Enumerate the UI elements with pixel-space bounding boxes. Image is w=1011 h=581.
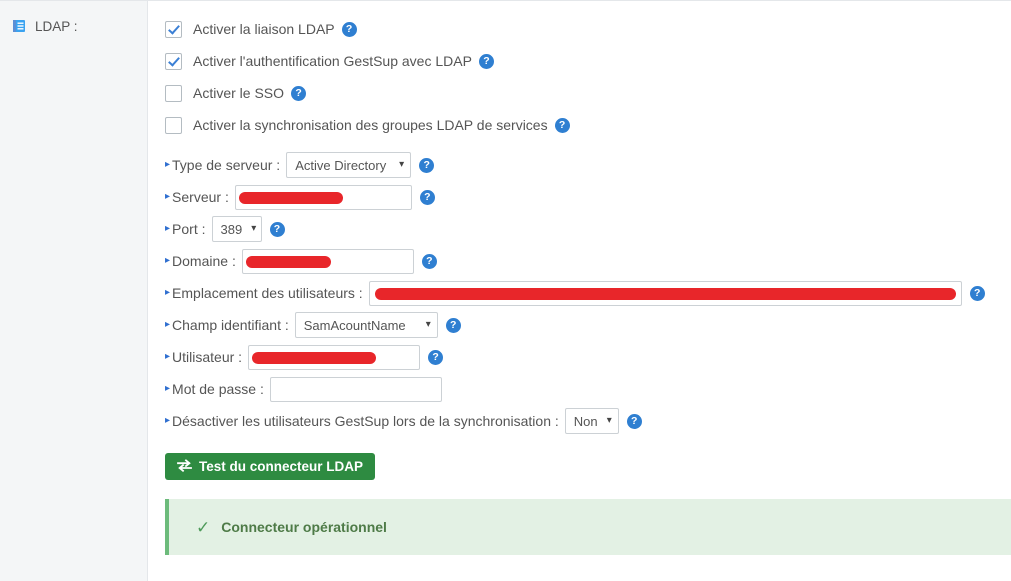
select-port[interactable]: 389 ▾ xyxy=(211,216,262,242)
help-icon-domaine[interactable]: ? xyxy=(421,253,437,269)
field-label-emplacement-utilisateurs: Emplacement des utilisateurs : xyxy=(172,285,363,301)
checkbox-activer-sync-groupes[interactable] xyxy=(165,116,182,134)
field-label-desactiver-utilisateurs: Désactiver les utilisateurs GestSup lors… xyxy=(172,413,559,429)
sidebar-item-label: LDAP : xyxy=(35,19,78,34)
select-champ-identifiant[interactable]: SamAcountName ▾ xyxy=(294,312,438,338)
input-serveur[interactable] xyxy=(234,184,412,210)
caret-icon-mot-de-passe: ▸ xyxy=(165,383,171,394)
sidebar-item-ldap: LDAP : xyxy=(12,19,147,34)
field-row-desactiver-utilisateurs: ▸ Désactiver les utilisateurs GestSup lo… xyxy=(165,405,1011,437)
checkbox-activer-sso[interactable] xyxy=(165,84,182,102)
help-icon-serveur[interactable]: ? xyxy=(419,189,435,205)
caret-icon-port: ▸ xyxy=(165,223,171,234)
field-label-utilisateur: Utilisateur : xyxy=(172,349,243,365)
caret-icon-emplacement: ▸ xyxy=(165,287,171,298)
select-value-desactiver-utilisateurs: Non xyxy=(573,413,598,429)
checkbox-row-activer-liaison-ldap: Activer la liaison LDAP ? xyxy=(165,13,1011,45)
input-emplacement-utilisateurs[interactable] xyxy=(368,280,962,306)
chevron-down-icon: ▾ xyxy=(251,223,257,234)
redaction-overlay-utilisateur xyxy=(252,351,377,364)
checkbox-activer-liaison-ldap[interactable] xyxy=(165,20,182,38)
help-icon-activer-authentification[interactable]: ? xyxy=(478,53,494,69)
redaction-overlay-domaine xyxy=(245,255,331,268)
field-row-mot-de-passe: ▸ Mot de passe : xyxy=(165,373,1011,405)
checkbox-label-activer-sso: Activer le SSO xyxy=(193,85,285,101)
checkbox-row-activer-sync-groupes: Activer la synchronisation des groupes L… xyxy=(165,109,1011,141)
caret-icon-serveur: ▸ xyxy=(165,191,171,202)
field-row-type-serveur: ▸ Type de serveur : Active Directory ▾ ? xyxy=(165,149,1011,181)
chevron-down-icon: ▾ xyxy=(425,319,431,330)
help-icon-port[interactable]: ? xyxy=(269,221,285,237)
select-value-champ-identifiant: SamAcountName xyxy=(303,317,406,333)
field-label-champ-identifiant: Champ identifiant : xyxy=(172,317,289,333)
field-row-domaine: ▸ Domaine : ? xyxy=(165,245,1011,277)
test-ldap-connector-button[interactable]: Test du connecteur LDAP xyxy=(165,453,376,480)
swap-arrows-icon xyxy=(177,458,192,475)
input-utilisateur[interactable] xyxy=(248,344,421,370)
select-desactiver-utilisateurs[interactable]: Non ▾ xyxy=(564,408,619,434)
help-icon-activer-liaison-ldap[interactable]: ? xyxy=(341,21,357,37)
caret-icon-utilisateur: ▸ xyxy=(165,351,171,362)
field-label-mot-de-passe: Mot de passe : xyxy=(172,381,264,397)
input-domaine[interactable] xyxy=(241,248,414,274)
caret-icon-desactiver-utilisateurs: ▸ xyxy=(165,415,171,426)
caret-icon-domaine: ▸ xyxy=(165,255,171,266)
checkbox-activer-authentification[interactable] xyxy=(165,52,182,70)
checkbox-label-activer-authentification: Activer l'authentification GestSup avec … xyxy=(193,53,472,69)
sidebar-section-column: LDAP : xyxy=(0,1,148,581)
redaction-overlay-emplacement xyxy=(374,287,956,300)
select-type-serveur[interactable]: Active Directory ▾ xyxy=(286,152,412,178)
help-icon-type-serveur[interactable]: ? xyxy=(419,157,435,173)
caret-icon-type-serveur: ▸ xyxy=(165,159,171,170)
checkbox-row-activer-sso: Activer le SSO ? xyxy=(165,77,1011,109)
help-icon-desactiver-utilisateurs[interactable]: ? xyxy=(626,413,642,429)
ldap-form: Activer la liaison LDAP ? Activer l'auth… xyxy=(148,1,1011,581)
field-label-type-serveur: Type de serveur : xyxy=(172,157,281,173)
field-label-port: Port : xyxy=(172,221,206,237)
redaction-overlay-serveur xyxy=(238,191,343,204)
field-label-serveur: Serveur : xyxy=(172,189,229,205)
help-icon-activer-sso[interactable]: ? xyxy=(291,85,307,101)
input-mot-de-passe[interactable] xyxy=(269,376,442,402)
help-icon-champ-identifiant[interactable]: ? xyxy=(445,317,461,333)
checkbox-label-activer-liaison-ldap: Activer la liaison LDAP xyxy=(193,21,335,37)
field-row-port: ▸ Port : 389 ▾ ? xyxy=(165,213,1011,245)
check-icon: ✓ xyxy=(196,517,211,537)
ldap-book-icon xyxy=(12,19,27,34)
connector-status-message: Connecteur opérationnel xyxy=(221,519,387,535)
checkbox-label-activer-sync-groupes: Activer la synchronisation des groupes L… xyxy=(193,117,548,133)
select-value-type-serveur: Active Directory xyxy=(295,157,387,173)
caret-icon-champ-identifiant: ▸ xyxy=(165,319,171,330)
select-value-port: 389 xyxy=(220,221,243,237)
help-icon-emplacement[interactable]: ? xyxy=(969,285,985,301)
chevron-down-icon: ▾ xyxy=(606,415,612,426)
help-icon-utilisateur[interactable]: ? xyxy=(428,349,444,365)
field-row-champ-identifiant: ▸ Champ identifiant : SamAcountName ▾ ? xyxy=(165,309,1011,341)
field-row-utilisateur: ▸ Utilisateur : ? xyxy=(165,341,1011,373)
checkbox-row-activer-authentification: Activer l'authentification GestSup avec … xyxy=(165,45,1011,77)
field-label-domaine: Domaine : xyxy=(172,253,236,269)
connector-status-alert: ✓ Connecteur opérationnel xyxy=(165,499,1011,555)
help-icon-activer-sync-groupes[interactable]: ? xyxy=(554,117,570,133)
chevron-down-icon: ▾ xyxy=(399,159,405,170)
test-ldap-connector-label: Test du connecteur LDAP xyxy=(199,459,364,474)
field-row-emplacement-utilisateurs: ▸ Emplacement des utilisateurs : ? xyxy=(165,277,1011,309)
ldap-settings-page: LDAP : Activer la liaison LDAP ? Activer… xyxy=(0,0,1011,581)
field-row-serveur: ▸ Serveur : ? xyxy=(165,181,1011,213)
